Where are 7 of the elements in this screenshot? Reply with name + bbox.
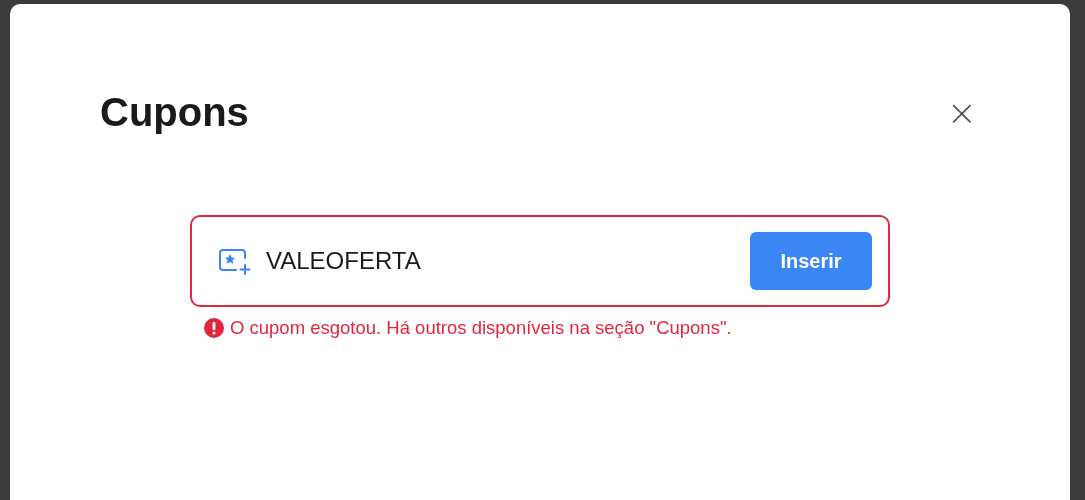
error-message: O cupom esgotou. Há outros disponíveis na seção "Cupons".	[230, 317, 732, 339]
coupon-field[interactable]: VALEOFERTA Inserir	[190, 215, 890, 307]
alert-icon	[204, 318, 224, 338]
close-button[interactable]: ×	[943, 94, 980, 131]
dialog-title: Cupons	[100, 90, 249, 135]
insert-button[interactable]: Inserir	[750, 232, 872, 290]
ticket-star-icon	[218, 246, 252, 276]
